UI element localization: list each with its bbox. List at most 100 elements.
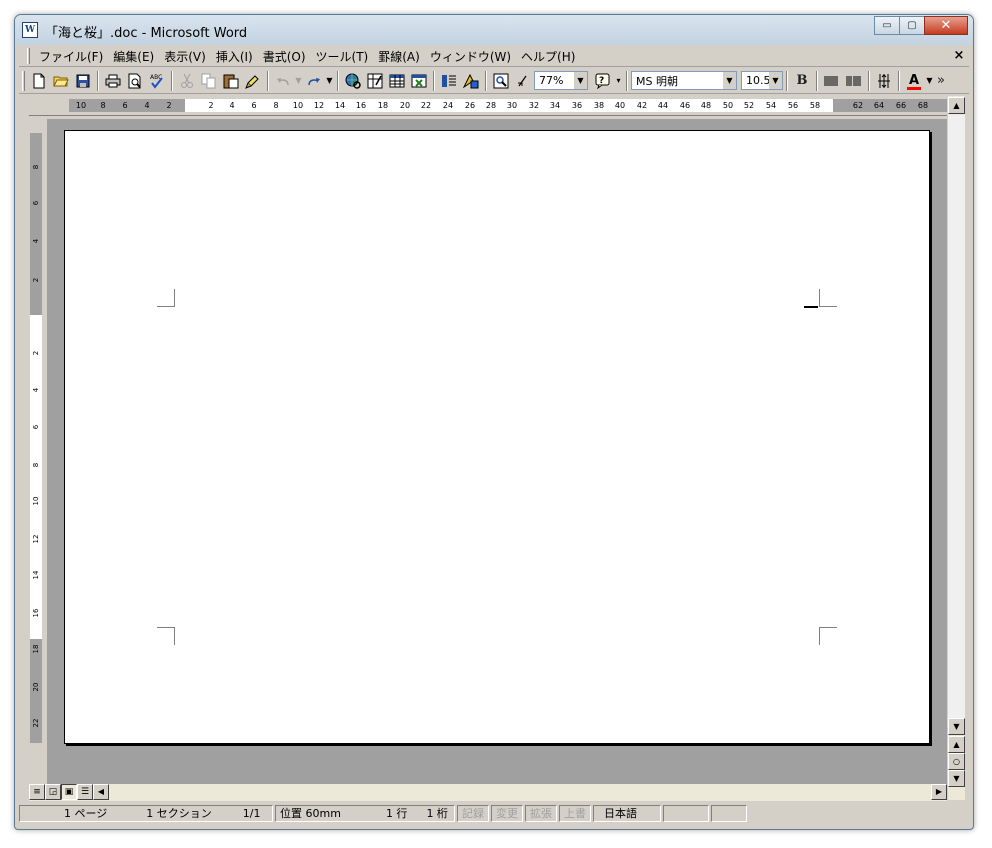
drawing-button[interactable] (460, 70, 482, 92)
distribute-button[interactable] (843, 70, 865, 92)
outline-view-button[interactable]: ☰ (77, 784, 93, 800)
scroll-thumb[interactable] (948, 115, 965, 719)
ruler-tick-label: 56 (787, 101, 799, 110)
status-rec[interactable]: 記録 (457, 804, 489, 822)
distribute-lines-icon (846, 75, 861, 86)
toolbar-more-button[interactable]: » (934, 70, 948, 92)
font-size-combo[interactable]: 10.5 ▼ (741, 71, 783, 90)
cut-button[interactable] (176, 70, 198, 92)
chevron-down-icon[interactable]: ▼ (723, 72, 736, 89)
ruler-tick-label: 58 (809, 101, 821, 110)
status-spelling[interactable] (663, 804, 709, 822)
word-app-icon[interactable]: W (22, 22, 38, 38)
previous-page-button[interactable]: ▲ (948, 736, 965, 753)
ruler-tick-label: 30 (506, 101, 518, 110)
close-button[interactable]: ✕ (924, 16, 968, 35)
print-button[interactable] (102, 70, 124, 92)
copy-button[interactable] (198, 70, 220, 92)
toolbar-separator (816, 70, 818, 91)
format-painter-button[interactable] (242, 70, 264, 92)
normal-view-button[interactable]: ≡ (29, 784, 45, 800)
open-button[interactable] (50, 70, 72, 92)
new-document-button[interactable] (28, 70, 50, 92)
undo-dropdown-arrow[interactable]: ▼ (294, 76, 303, 85)
toolbar-options-arrow[interactable]: ▾ (614, 76, 623, 85)
ruler-tick-label: 44 (657, 101, 669, 110)
print-preview-button[interactable] (124, 70, 146, 92)
columns-button[interactable] (438, 70, 460, 92)
toolbar-separator (626, 70, 628, 91)
show-hide-marks-button[interactable] (512, 70, 534, 92)
document-map-button[interactable] (490, 70, 512, 92)
document-area[interactable] (47, 119, 947, 797)
status-trk[interactable]: 変更 (491, 804, 523, 822)
menu-table[interactable]: 罫線(A) (373, 48, 425, 65)
horizontal-ruler[interactable]: 10 8 6 4 2 2 4 6 8 10 12 14 16 18 20 22 24 26 28 30 32 34 36 38… (29, 96, 947, 116)
redo-dropdown-arrow[interactable]: ▼ (325, 76, 334, 85)
scissors-icon (181, 73, 193, 88)
bold-button[interactable]: B (791, 70, 813, 92)
menu-view[interactable]: 表示(V) (159, 48, 211, 65)
maximize-button[interactable]: ▢ (899, 16, 925, 35)
menu-insert[interactable]: 挿入(I) (211, 48, 258, 65)
toolbar-separator (786, 70, 788, 91)
scroll-right-button[interactable]: ▶ (931, 784, 947, 800)
office-assistant-button[interactable]: ? (592, 70, 614, 92)
drawing-icon (463, 73, 479, 88)
menu-format[interactable]: 書式(O) (258, 48, 311, 65)
toolbar-separator (97, 70, 99, 91)
ruler-tick-label: 38 (593, 101, 605, 110)
chevron-down-icon[interactable]: ▼ (574, 72, 587, 89)
print-layout-view-button[interactable]: ▣ (61, 784, 77, 800)
minimize-button[interactable]: ▭ (874, 16, 900, 35)
font-name-combo[interactable]: MS 明朝 ▼ (631, 71, 737, 90)
browse-object-button[interactable]: ○ (948, 753, 965, 770)
character-spacing-button[interactable] (873, 70, 895, 92)
vertical-ruler-tick-label: 6 (32, 424, 40, 430)
document-close-button[interactable]: × (951, 48, 967, 64)
save-button[interactable] (72, 70, 94, 92)
status-language[interactable]: 日本語 (593, 804, 661, 822)
menu-help[interactable]: ヘルプ(H) (516, 48, 580, 65)
web-layout-view-button[interactable]: ◲ (45, 784, 61, 800)
insert-hyperlink-button[interactable] (342, 70, 364, 92)
font-color-dropdown-arrow[interactable]: ▼ (925, 76, 934, 85)
next-page-button[interactable]: ▼ (948, 770, 965, 787)
spelling-button[interactable]: ABC (146, 70, 168, 92)
menu-file[interactable]: ファイル(F) (34, 48, 108, 65)
toolbar-grip[interactable] (22, 70, 25, 91)
vertical-scrollbar[interactable]: ▲ ▼ ▲ ○ ▼ (947, 96, 965, 800)
scroll-left-button[interactable]: ◀ (93, 784, 109, 800)
horizontal-scrollbar[interactable]: ≡ ◲ ▣ ☰ ◀ ▶ (29, 784, 947, 801)
font-color-button[interactable]: A (903, 70, 925, 92)
insert-table-button[interactable] (386, 70, 408, 92)
menu-edit[interactable]: 編集(E) (108, 48, 159, 65)
status-ovr[interactable]: 上書 (559, 804, 591, 822)
document-page[interactable] (64, 130, 930, 744)
toolbar-separator (337, 70, 339, 91)
tables-borders-button[interactable] (364, 70, 386, 92)
vertical-ruler[interactable]: 8 6 4 2 2 4 6 8 10 12 14 16 18 20 22 (29, 119, 43, 797)
scroll-up-button[interactable]: ▲ (948, 97, 965, 114)
ruler-tick-label: 6 (251, 101, 257, 110)
undo-button[interactable] (272, 70, 294, 92)
menu-bar-grip[interactable] (27, 48, 30, 64)
title-bar[interactable]: W 「海と桜」.doc - Microsoft Word ▭ ▢ ✕ (15, 15, 973, 45)
insert-excel-sheet-button[interactable] (408, 70, 430, 92)
paste-button[interactable] (220, 70, 242, 92)
vertical-ruler-tick-label: 14 (32, 570, 40, 580)
status-ext[interactable]: 拡張 (525, 804, 557, 822)
align-left-button[interactable] (821, 70, 843, 92)
menu-tools[interactable]: ツール(T) (311, 48, 374, 65)
chevron-down-icon[interactable]: ▼ (769, 72, 782, 89)
toolbar-separator (171, 70, 173, 91)
redo-button[interactable] (303, 70, 325, 92)
ruler-tick-label: 10 (75, 101, 87, 110)
ruler-tick-label: 14 (334, 101, 346, 110)
scroll-down-button[interactable]: ▼ (948, 718, 965, 735)
ruler-tick-label: 20 (399, 101, 411, 110)
menu-window[interactable]: ウィンドウ(W) (425, 48, 516, 65)
zoom-combo[interactable]: 77% ▼ (534, 71, 588, 90)
vertical-ruler-tick-label: 8 (32, 164, 40, 170)
svg-text:?: ? (599, 76, 604, 86)
